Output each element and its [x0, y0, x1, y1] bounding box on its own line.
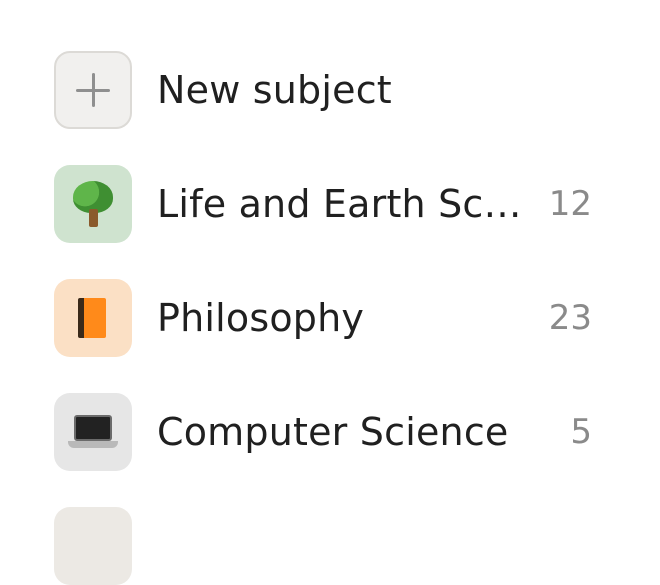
- subject-item-philosophy[interactable]: Philosophy 23: [54, 279, 614, 357]
- subject-label: Life and Earth Sci…: [157, 182, 527, 226]
- subject-label: Computer Science: [157, 410, 509, 454]
- subject-item-computer-science[interactable]: Computer Science 5: [54, 393, 614, 471]
- tree-icon: [71, 181, 115, 227]
- new-subject-label: New subject: [157, 68, 392, 112]
- subject-item-partial[interactable]: [54, 507, 614, 585]
- subject-count: 23: [548, 298, 592, 338]
- subject-label: Philosophy: [157, 296, 365, 340]
- book-icon: [78, 298, 108, 338]
- subject-tile: [54, 507, 132, 585]
- subject-tile: [54, 279, 132, 357]
- subject-count: 12: [548, 184, 592, 224]
- subject-tile: [54, 165, 132, 243]
- new-subject-button[interactable]: New subject: [54, 51, 614, 129]
- new-subject-tile: [54, 51, 132, 129]
- plus-icon: [76, 73, 110, 107]
- subject-count: 5: [570, 412, 592, 452]
- subject-item-life-and-earth-sciences[interactable]: Life and Earth Sci… 12: [54, 165, 614, 243]
- laptop-icon: [68, 415, 118, 449]
- subject-tile: [54, 393, 132, 471]
